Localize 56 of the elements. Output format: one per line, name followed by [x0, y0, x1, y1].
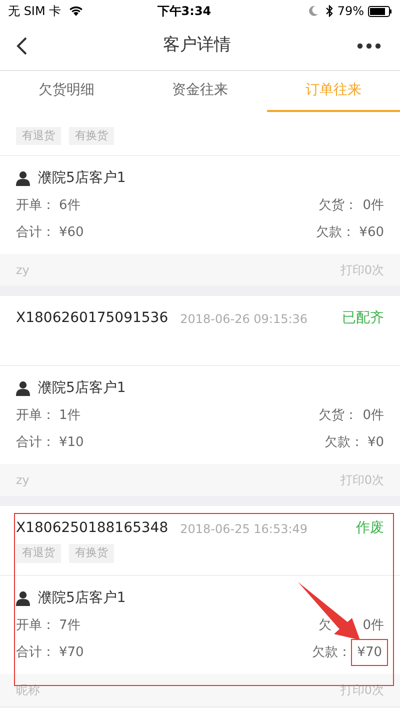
field-value: 0件: [362, 197, 384, 215]
order-number: X1806260175091536: [16, 309, 168, 328]
clock-time: 下午3:34: [156, 3, 212, 20]
customer-name: 濮院5店客户1: [38, 589, 126, 608]
battery-icon: [368, 6, 392, 16]
field-value: 1件: [59, 407, 80, 425]
tag: 有换货: [69, 544, 114, 562]
field-value: 7件: [59, 617, 80, 635]
person-icon: [16, 591, 30, 606]
field-label: 开单：: [16, 197, 55, 215]
operator-name: zy: [16, 262, 30, 279]
print-count: 打印0次: [340, 262, 384, 279]
tab[interactable]: 欠货明细: [0, 71, 134, 112]
tag: 有换货: [69, 126, 114, 145]
tag: 有退货: [16, 544, 61, 562]
field-label: 欠款：: [312, 644, 352, 662]
field-value: 6件: [59, 197, 80, 215]
battery-percent: 79%: [337, 3, 364, 20]
field-label: 欠款：: [316, 224, 356, 242]
order-time: 2018-06-26 09:15:36: [180, 310, 308, 328]
field-value: ¥70: [59, 644, 84, 662]
moon-icon: [309, 6, 318, 16]
customer-name: 濮院5店客户1: [38, 379, 126, 398]
field-label: 欠款：: [324, 434, 364, 452]
field-label: 合计：: [16, 434, 55, 452]
field-value: 0件: [362, 617, 384, 635]
tag: 有退货: [16, 126, 61, 145]
field-label: 开单：: [16, 617, 55, 635]
bluetooth-icon: [326, 5, 334, 17]
order-number: X1806250188165348: [16, 519, 168, 538]
wifi-icon: [69, 6, 84, 16]
field-label: 开单：: [16, 407, 55, 425]
arrow-drawing: [296, 580, 362, 642]
field-value: ¥10: [59, 434, 84, 452]
order-status: 作废: [356, 519, 384, 538]
field-value: 0件: [362, 407, 384, 425]
back-icon: [16, 37, 27, 55]
more-icon: [357, 43, 381, 49]
field-label: 合计：: [16, 224, 55, 242]
customer-name: 濮院5店客户1: [38, 169, 126, 188]
field-value: ¥60: [59, 224, 84, 242]
field-label: 欠货：: [318, 197, 358, 215]
person-icon: [16, 381, 30, 396]
field-label: 欠货：: [318, 407, 358, 425]
print-count: 打印0次: [340, 472, 384, 489]
field-label: 欠: [318, 617, 332, 635]
tab[interactable]: 资金往来: [133, 71, 267, 112]
page-title: 客户详情: [162, 34, 232, 58]
person-icon: [16, 171, 30, 186]
order-status: 已配齐: [342, 309, 384, 328]
operator-name: zy: [16, 472, 30, 489]
carrier-label: 无 SIM 卡: [8, 3, 62, 20]
field-label: 合计：: [16, 644, 55, 662]
field-value: ¥0: [367, 434, 384, 452]
field-value: ¥60: [359, 224, 384, 242]
order-time: 2018-06-25 16:53:49: [180, 520, 308, 538]
